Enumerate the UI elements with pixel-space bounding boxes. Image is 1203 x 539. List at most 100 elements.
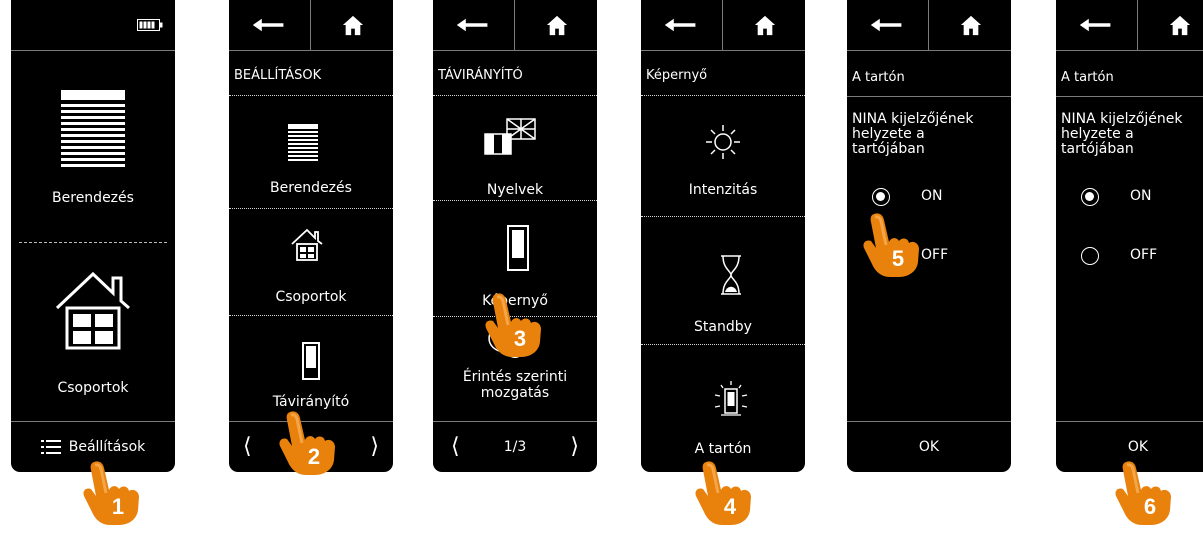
hand-pointer-icon: 1 (78, 458, 148, 528)
hand-pointer-icon: 5 (858, 210, 928, 280)
home-button[interactable] (1137, 0, 1203, 50)
back-button[interactable] (847, 0, 927, 50)
screen-home: Berendezés Csoportok Beállítások (11, 0, 175, 472)
description-line: tartójában (852, 141, 925, 157)
divider (1056, 96, 1203, 97)
home-button[interactable] (514, 0, 597, 50)
page-title: BEÁLLÍTÁSOK (234, 68, 322, 83)
description-line: tartójában (1061, 141, 1134, 157)
settings-label: Beállítások (68, 439, 146, 455)
groups-tile[interactable]: Csoportok (11, 246, 175, 420)
nav-bar (847, 0, 1011, 50)
groups-label: Csoportok (57, 380, 129, 396)
home-icon (754, 14, 776, 36)
step-3-hand-pointer: 3 (480, 290, 550, 360)
menu-item-label-line2: mozgatás (480, 385, 550, 401)
menu-item-groups[interactable]: Csoportok (229, 209, 393, 315)
status-bar (11, 0, 175, 50)
home-icon (342, 14, 364, 36)
flags-icon (484, 118, 536, 155)
step-number: 1 (112, 494, 124, 519)
equipment-tile[interactable]: Berendezés (11, 60, 175, 240)
menu-item-equipment[interactable]: Berendezés (229, 96, 393, 208)
blind-icon (61, 90, 125, 167)
ok-label: OK (1127, 439, 1149, 455)
nav-bar (1056, 0, 1203, 50)
battery-icon (137, 19, 163, 31)
menu-item-standby[interactable]: Standby (641, 217, 805, 343)
step-1-hand-pointer: 1 (78, 458, 148, 528)
menu-item-languages[interactable]: Nyelvek (433, 96, 597, 200)
step-number: 5 (892, 246, 904, 271)
radio-on-label: ON (921, 188, 943, 204)
menu-item-label: A tartón (694, 441, 752, 457)
back-button[interactable] (433, 0, 513, 50)
pager: ⟨ 1/3 ⟩ (433, 421, 597, 472)
back-button[interactable] (1056, 0, 1136, 50)
radio-off[interactable] (1081, 247, 1099, 265)
menu-item-label: Intenzitás (688, 182, 758, 198)
home-icon (1169, 14, 1191, 36)
divider (19, 242, 167, 243)
menu-item-label: Berendezés (270, 180, 352, 196)
sun-icon (706, 125, 740, 159)
description-line: NINA kijelzőjének (1061, 111, 1183, 127)
home-icon (546, 14, 568, 36)
hourglass-icon (721, 255, 741, 295)
hand-pointer-icon: 3 (480, 290, 550, 360)
radio-off-label: OFF (1130, 247, 1158, 263)
ok-label: OK (918, 439, 940, 455)
ok-button[interactable]: OK (847, 421, 1011, 472)
house-icon (291, 228, 323, 261)
list-icon (40, 440, 61, 454)
back-button[interactable] (641, 0, 721, 50)
step-number: 4 (724, 494, 737, 519)
menu-item-intensity[interactable]: Intenzitás (641, 96, 805, 216)
nav-bar (433, 0, 597, 50)
next-page-button[interactable]: ⟩ (370, 434, 379, 459)
step-2-hand-pointer: 2 (274, 408, 344, 478)
nav-bar (641, 0, 805, 50)
home-icon (960, 14, 982, 36)
menu-item-remote[interactable]: Távirányító (229, 316, 393, 420)
divider (847, 96, 1011, 97)
step-number: 3 (514, 326, 526, 351)
menu-item-label: Standby (694, 319, 752, 335)
remote-icon (302, 342, 320, 380)
radio-on[interactable] (872, 188, 890, 206)
hand-pointer-icon: 4 (690, 458, 760, 528)
prev-page-button[interactable]: ⟨ (243, 434, 252, 459)
back-arrow-icon (1078, 16, 1114, 34)
description-line: helyzete a (852, 126, 925, 142)
divider (641, 50, 805, 51)
nav-bar (229, 0, 393, 50)
screen-holder-setting-confirm: A tartón NINA kijelzőjének helyzete a ta… (1056, 0, 1203, 472)
radio-on-label: ON (1130, 188, 1152, 204)
step-number: 2 (308, 444, 320, 469)
divider (1056, 50, 1203, 51)
remote-on-holder-icon (714, 381, 748, 416)
menu-item-on-holder[interactable]: A tartón (641, 345, 805, 472)
hand-pointer-icon: 2 (274, 408, 344, 478)
step-5-hand-pointer: 5 (858, 210, 928, 280)
radio-on[interactable] (1081, 188, 1099, 206)
home-button[interactable] (928, 0, 1011, 50)
blind-icon (288, 124, 318, 161)
step-number: 6 (1144, 494, 1156, 519)
next-page-button[interactable]: ⟩ (570, 434, 579, 459)
menu-item-label: Nyelvek (486, 182, 544, 198)
page-indicator: 1/3 (503, 439, 527, 455)
back-button[interactable] (229, 0, 309, 50)
menu-item-label-line1: Érintés szerinti (462, 369, 568, 385)
menu-item-label: Csoportok (275, 289, 347, 305)
remote-icon (507, 225, 529, 271)
hand-pointer-icon: 6 (1110, 458, 1180, 528)
home-button[interactable] (722, 0, 805, 50)
page-title: Képernyő (646, 68, 708, 83)
step-6-hand-pointer: 6 (1110, 458, 1180, 528)
back-arrow-icon (251, 16, 287, 34)
home-button[interactable] (310, 0, 393, 50)
page-title: A tartón (852, 70, 905, 85)
back-arrow-icon (869, 16, 905, 34)
prev-page-button[interactable]: ⟨ (451, 434, 460, 459)
